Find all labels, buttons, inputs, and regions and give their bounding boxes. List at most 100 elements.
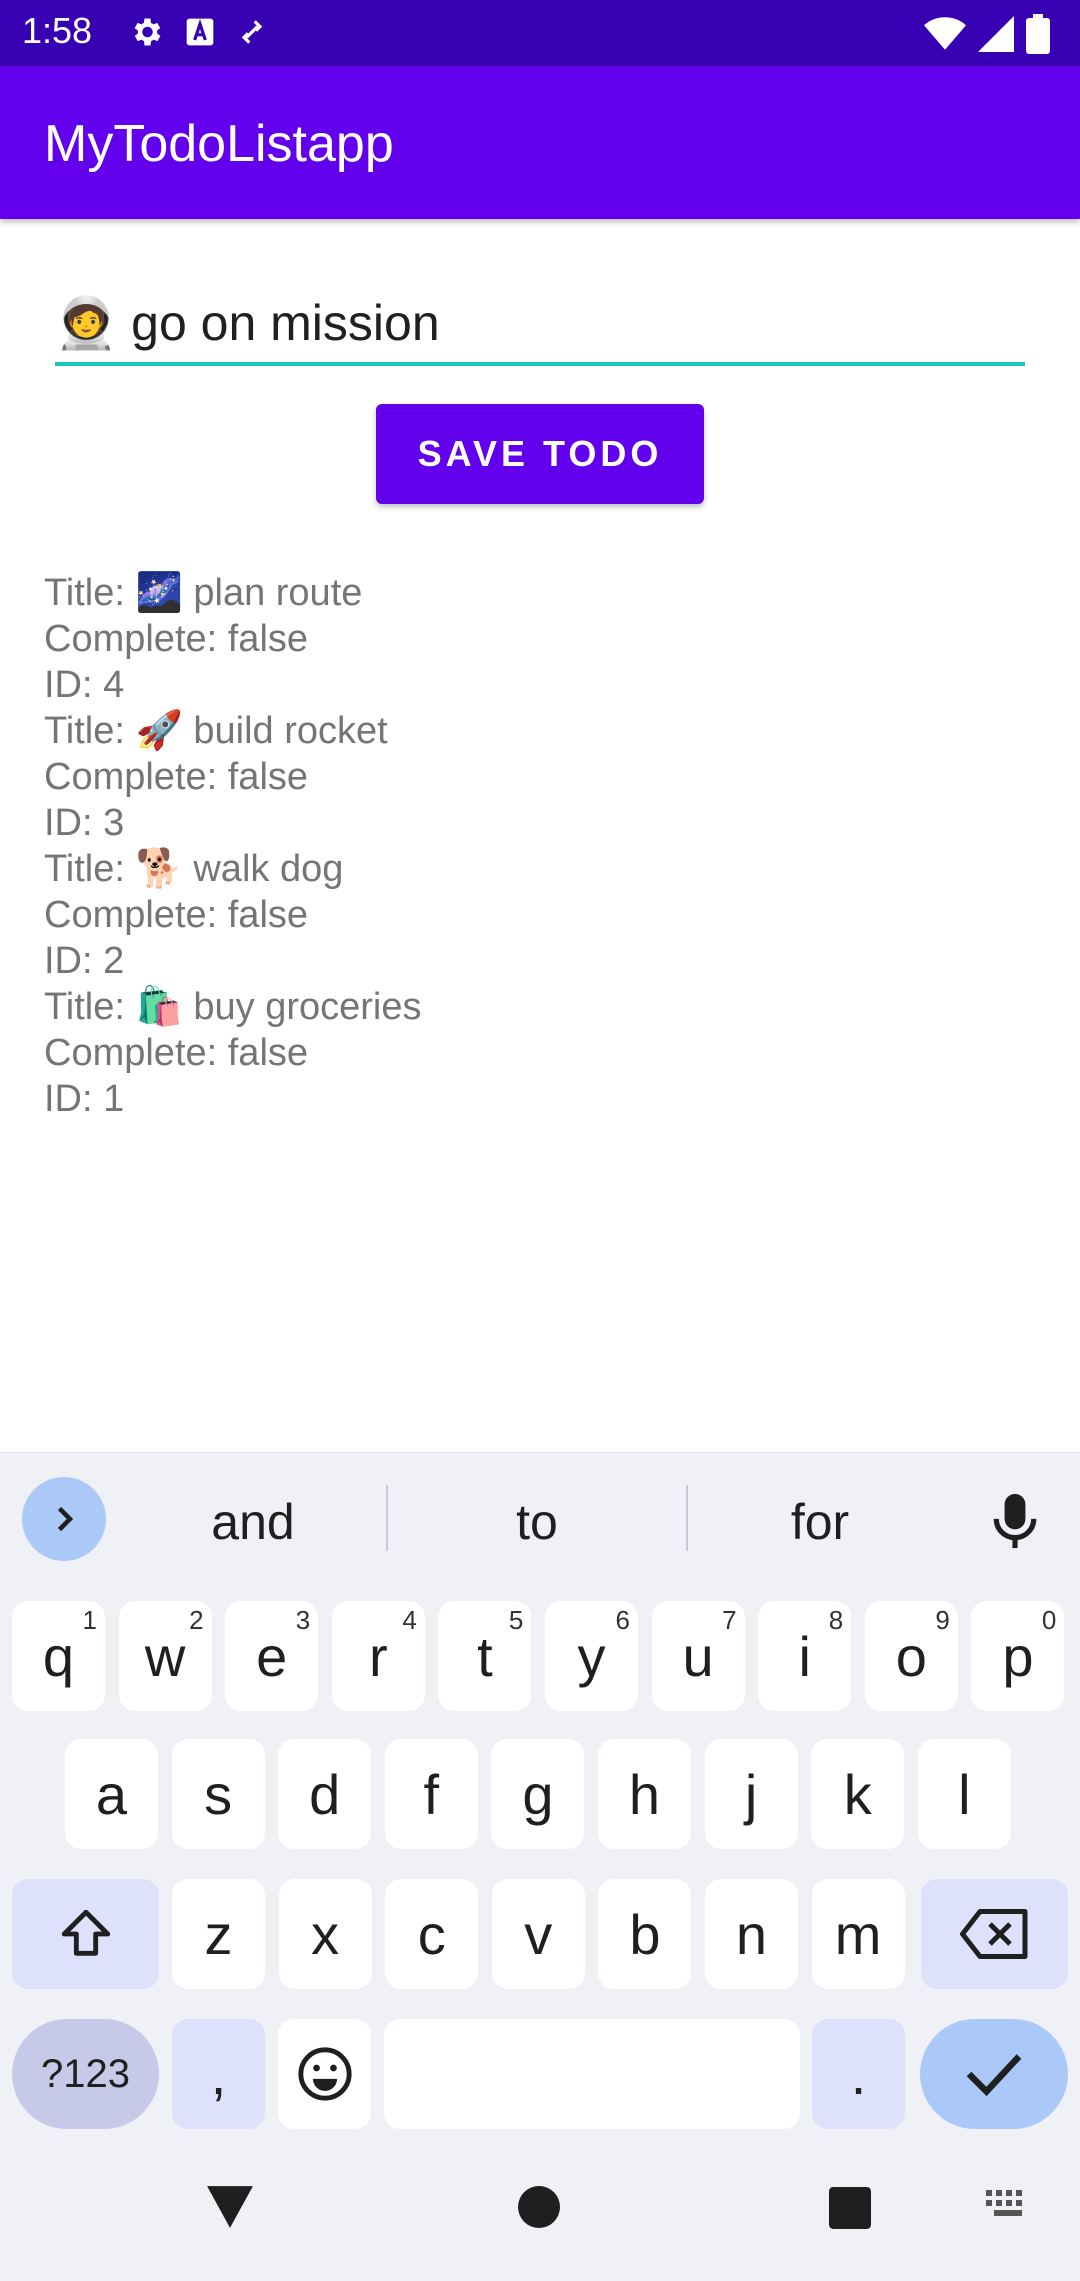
- app-bar: MyTodoListapp: [0, 66, 1080, 219]
- wifi-icon: [924, 15, 966, 58]
- todo-list: Title: 🌌 plan route Complete: false ID: …: [44, 570, 421, 1122]
- recents-nav-icon[interactable]: [829, 2187, 871, 2234]
- todo-complete: Complete: false: [44, 756, 309, 798]
- key-label: s: [204, 1762, 233, 1826]
- key-b[interactable]: b: [598, 1879, 692, 1989]
- todo-item: Title: 🌌 plan route Complete: false ID: …: [44, 570, 421, 708]
- todo-item: Title: 🐕 walk dog Complete: false ID: 2: [44, 846, 421, 984]
- suggestion-2[interactable]: to: [437, 1493, 637, 1551]
- key-d[interactable]: d: [278, 1739, 372, 1849]
- todo-item: Title: 🛍️ buy groceries Complete: false …: [44, 984, 421, 1122]
- key-hint: 8: [828, 1605, 844, 1635]
- key-j[interactable]: j: [704, 1739, 798, 1849]
- period-key[interactable]: .: [812, 2019, 905, 2129]
- key-e[interactable]: e3: [225, 1601, 319, 1711]
- key-r[interactable]: r4: [331, 1601, 425, 1711]
- backspace-key[interactable]: [921, 1879, 1068, 1989]
- key-t[interactable]: t5: [438, 1601, 532, 1711]
- key-label: f: [423, 1762, 440, 1826]
- signal-icon: [978, 15, 1014, 58]
- status-time: 1:58: [22, 10, 93, 51]
- key-i[interactable]: i8: [758, 1601, 852, 1711]
- key-y[interactable]: y6: [545, 1601, 638, 1711]
- key-label: b: [629, 1902, 661, 1966]
- suggestion-3[interactable]: for: [720, 1493, 920, 1551]
- key-label: w: [144, 1624, 186, 1688]
- key-label: c: [417, 1902, 446, 1966]
- key-w[interactable]: w2: [118, 1601, 212, 1711]
- emoji-key[interactable]: [278, 2019, 371, 2129]
- home-nav-icon[interactable]: [518, 2186, 560, 2233]
- done-key[interactable]: [920, 2019, 1068, 2129]
- key-h[interactable]: h: [598, 1739, 691, 1849]
- key-hint: 6: [615, 1605, 630, 1635]
- todo-id: ID: 2: [44, 940, 125, 982]
- status-right-icons: [924, 14, 1050, 59]
- soft-keyboard: and to for ?123 , . q1w2e3r4t5y6u7i8o9p0…: [0, 1452, 1080, 2281]
- key-label: r: [368, 1624, 388, 1688]
- todo-title: Title: 🚀 build rocket: [44, 710, 388, 752]
- key-v[interactable]: v: [491, 1879, 585, 1989]
- key-u[interactable]: u7: [651, 1601, 745, 1711]
- key-n[interactable]: n: [705, 1879, 798, 1989]
- todo-complete: Complete: false: [44, 618, 309, 660]
- key-l[interactable]: l: [917, 1739, 1011, 1849]
- key-o[interactable]: o9: [864, 1601, 958, 1711]
- mic-icon: [993, 1493, 1037, 1549]
- key-label: z: [204, 1902, 233, 1966]
- symbols-key[interactable]: ?123: [12, 2019, 159, 2129]
- shift-icon: [61, 1909, 110, 1956]
- key-z[interactable]: z: [172, 1879, 265, 1989]
- key-label: x: [311, 1902, 340, 1966]
- key-m[interactable]: m: [811, 1879, 905, 1989]
- suggestion-divider: [686, 1485, 688, 1551]
- key-p[interactable]: p0: [971, 1601, 1065, 1711]
- key-label: e: [256, 1624, 288, 1688]
- todo-title-input[interactable]: [55, 290, 1025, 366]
- key-hint: 0: [1041, 1605, 1057, 1635]
- key-s[interactable]: s: [171, 1739, 265, 1849]
- space-key[interactable]: [384, 2019, 800, 2129]
- key-label: t: [477, 1624, 493, 1688]
- key-hint: 7: [722, 1605, 737, 1635]
- keyboard-switch-icon[interactable]: [986, 2190, 1030, 2225]
- todo-title: Title: 🌌 plan route: [44, 572, 363, 614]
- battery-icon: [1026, 14, 1050, 59]
- expand-suggestions-button[interactable]: [22, 1477, 106, 1561]
- mic-button[interactable]: [990, 1491, 1040, 1556]
- key-hint: 5: [508, 1605, 524, 1635]
- settings-icon: [128, 14, 164, 55]
- key-q[interactable]: q1: [12, 1601, 105, 1711]
- navigation-bar: [0, 2180, 1080, 2280]
- emoji-icon: [297, 2047, 352, 2101]
- suggestion-1[interactable]: and: [153, 1493, 353, 1551]
- key-hint: 3: [295, 1605, 311, 1635]
- key-label: k: [843, 1762, 872, 1826]
- todo-complete: Complete: false: [44, 894, 309, 936]
- key-a[interactable]: a: [65, 1739, 158, 1849]
- key-k[interactable]: k: [811, 1739, 905, 1849]
- key-label: h: [628, 1762, 661, 1826]
- key-hint: 1: [82, 1605, 97, 1635]
- todo-id: ID: 3: [44, 802, 125, 844]
- back-nav-icon[interactable]: [205, 2184, 255, 2235]
- key-label: g: [522, 1762, 554, 1826]
- status-bar: 1:58: [0, 0, 1080, 66]
- key-g[interactable]: g: [491, 1739, 585, 1849]
- key-hint: 2: [189, 1605, 204, 1635]
- todo-title: Title: 🐕 walk dog: [44, 848, 344, 890]
- key-c[interactable]: c: [385, 1879, 479, 1989]
- shift-key[interactable]: [12, 1879, 159, 1989]
- key-f[interactable]: f: [384, 1739, 478, 1849]
- status-left-icons: [128, 14, 268, 55]
- key-x[interactable]: x: [278, 1879, 372, 1989]
- key-label: p: [1002, 1624, 1034, 1688]
- app-title: MyTodoListapp: [44, 115, 394, 173]
- todo-id: ID: 4: [44, 664, 125, 706]
- comma-key[interactable]: ,: [172, 2019, 265, 2129]
- chevron-right-icon: [57, 1506, 74, 1532]
- key-label: y: [577, 1624, 606, 1688]
- todo-title: Title: 🛍️ buy groceries: [44, 986, 422, 1028]
- todo-item: Title: 🚀 build rocket Complete: false ID…: [44, 708, 421, 846]
- save-todo-button[interactable]: SAVE TODO: [376, 404, 704, 504]
